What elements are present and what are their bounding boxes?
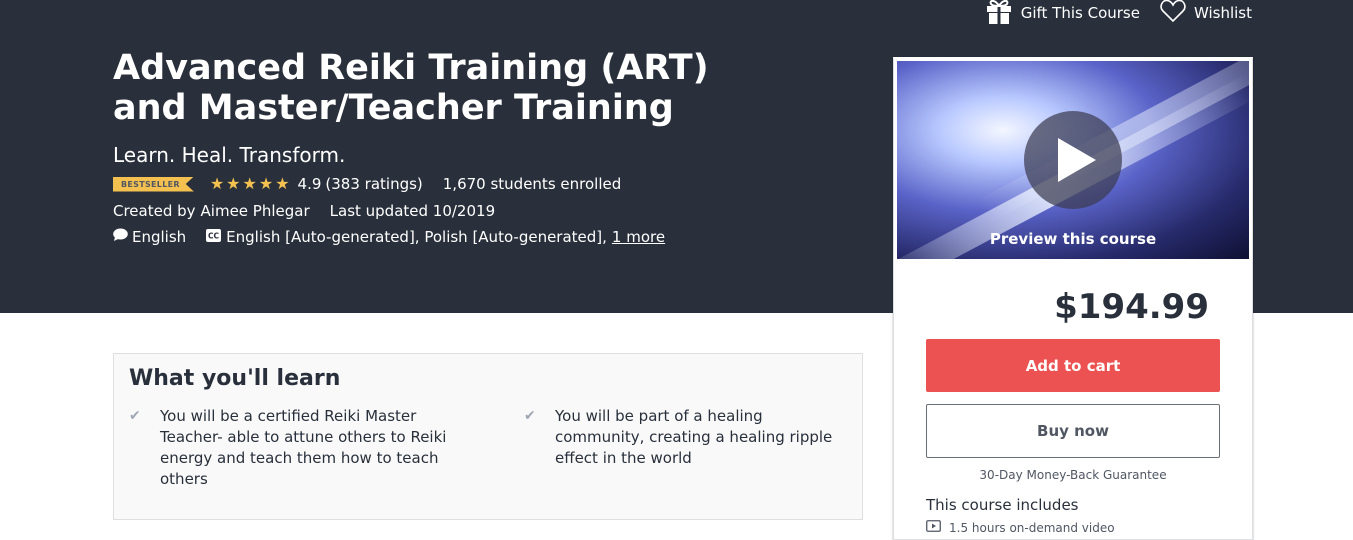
header-actions: Gift This Course Wishlist [985,0,1252,26]
enrolled-count: 1,670 students enrolled [442,175,622,193]
learn-item: ✔ You will be part of a healing communit… [524,406,844,469]
star-icon: ★ [275,174,290,193]
star-icon: ★ [226,174,241,193]
closed-captions-icon: CC [206,228,222,246]
check-icon: ✔ [129,408,141,424]
bestseller-badge: BESTSELLER [113,176,194,192]
course-price: $194.99 [1054,287,1209,327]
course-title: Advanced Reiki Training (ART) and Master… [113,48,709,128]
star-icon: ★ [242,174,257,193]
rating-row: BESTSELLER ★ ★ ★ ★ ★ 4.9 (383 ratings) 1… [113,175,621,193]
language-row: English CC English [Auto-generated], Pol… [113,228,665,246]
rating-count[interactable]: (383 ratings) [325,175,422,193]
learn-item: ✔ You will be a certified Reiki Master T… [129,406,449,490]
money-back-guarantee: 30-Day Money-Back Guarantee [979,468,1167,482]
gift-icon [985,0,1013,28]
created-by-label: Created by [113,202,196,220]
captions-more-link[interactable]: 1 more [612,228,665,246]
check-icon: ✔ [524,408,536,424]
video-icon [926,520,941,535]
caption-languages: English [Auto-generated], Polish [Auto-g… [226,228,607,246]
what-you-learn-title: What you'll learn [129,366,341,391]
rating-stars: ★ ★ ★ ★ ★ [210,176,290,192]
heart-icon [1160,0,1186,27]
learn-item-text: You will be part of a healing community,… [555,407,833,467]
course-subtitle: Learn. Heal. Transform. [113,143,346,167]
gift-course-button[interactable]: Gift This Course [985,0,1140,28]
buy-now-button[interactable]: Buy now [926,404,1220,458]
includes-item-text: 1.5 hours on-demand video [949,520,1115,535]
play-icon[interactable] [1024,111,1122,209]
includes-item-video: 1.5 hours on-demand video [926,520,1115,535]
purchase-sidebar: Preview this course $194.99 Add to cart … [893,57,1253,540]
speech-bubble-icon [113,228,128,246]
course-preview-video[interactable]: Preview this course [897,61,1249,259]
last-updated: Last updated 10/2019 [329,202,496,220]
wishlist-label: Wishlist [1193,4,1252,22]
star-icon: ★ [209,174,225,193]
preview-label: Preview this course [989,230,1157,248]
star-icon: ★ [258,174,274,193]
author-link[interactable]: Aimee Phlegar [201,202,310,220]
add-to-cart-button[interactable]: Add to cart [926,339,1220,392]
rating-value: 4.9 [297,175,322,193]
svg-text:CC: CC [208,232,220,241]
what-you-learn-box: What you'll learn ✔ You will be a certif… [113,353,863,520]
learn-item-text: You will be a certified Reiki Master Tea… [160,407,447,488]
course-language: English [132,228,187,246]
wishlist-button[interactable]: Wishlist [1160,0,1252,27]
course-includes-title: This course includes [926,496,1079,514]
gift-course-label: Gift This Course [1020,4,1140,22]
author-row: Created by Aimee Phlegar Last updated 10… [113,202,495,220]
